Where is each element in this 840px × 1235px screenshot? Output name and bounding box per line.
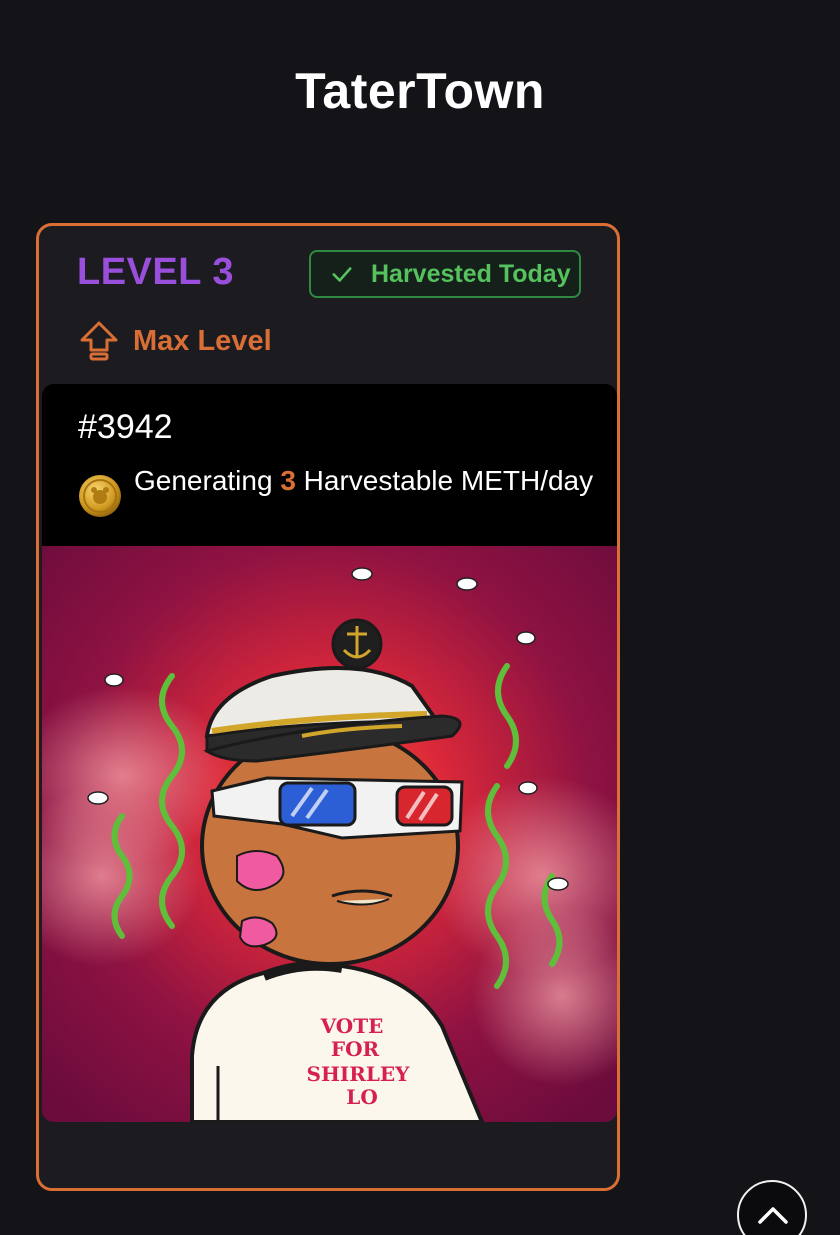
arrow-up-icon	[80, 321, 118, 361]
check-icon	[332, 267, 352, 282]
generation-prefix: Generating	[134, 465, 281, 496]
chevron-up-icon	[758, 1207, 788, 1224]
level-label: LEVEL 3	[77, 251, 234, 293]
generation-amount: 3	[280, 465, 296, 496]
page: TaterTown LEVEL 3 Harvested Today Max Le…	[0, 0, 840, 1235]
nft-artwork: VOTE FOR SHIRLEY LO	[42, 546, 617, 1122]
shirt-line-1: VOTE	[320, 1014, 384, 1038]
max-level-indicator: Max Level	[79, 320, 272, 362]
app-title: TaterTown	[295, 63, 545, 119]
token-id: #3942	[78, 408, 173, 446]
scroll-to-top-button[interactable]	[737, 1180, 807, 1235]
shirt-line-4: LO	[346, 1085, 377, 1109]
harvest-status-text: Harvested Today	[371, 259, 571, 288]
shirt-line-2: FOR	[331, 1037, 380, 1061]
generation-suffix: Harvestable METH/day	[295, 465, 594, 496]
generation-rate-text: Generating 3 Harvestable METH/day	[134, 464, 594, 497]
harvest-status-badge: Harvested Today	[309, 250, 581, 298]
token-info-panel: #3942 Generating 3 Harvestable METH/day	[42, 384, 617, 546]
shirt-line-3: SHIRLEY	[307, 1062, 411, 1086]
nft-card[interactable]: LEVEL 3 Harvested Today Max Level #3942	[36, 223, 620, 1191]
meth-coin-icon	[79, 475, 121, 517]
max-level-label: Max Level	[133, 324, 272, 357]
